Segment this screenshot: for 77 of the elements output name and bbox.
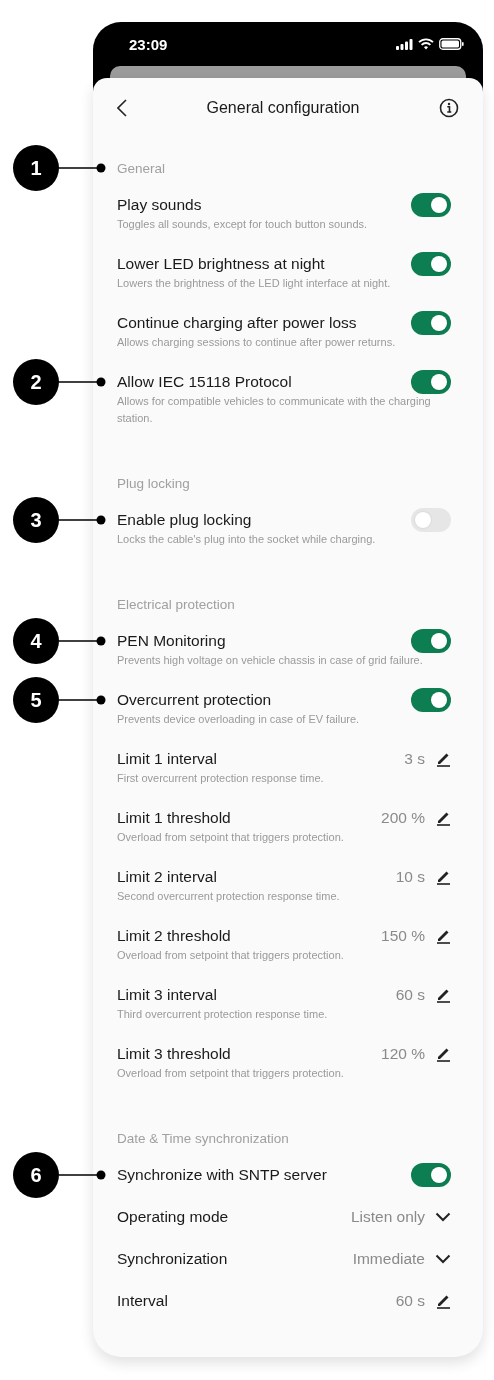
- setting-label: Lower LED brightness at night: [117, 255, 326, 273]
- setting-description: First overcurrent protection response time.: [117, 771, 325, 786]
- setting-description: Prevents device overloading in case of EV failure.: [117, 712, 361, 727]
- setting-label: Allow IEC 15118 Protocol: [117, 373, 293, 391]
- setting-description: Third overcurrent protection response time.: [117, 1007, 329, 1022]
- setting-value: Immediate: [352, 1250, 425, 1268]
- edit-button[interactable]: [435, 869, 451, 885]
- setting-description: Overload from setpoint that triggers protection.: [117, 830, 345, 845]
- toggle-switch[interactable]: [411, 193, 451, 217]
- setting-value: 3 s: [404, 750, 425, 768]
- setting-label: Interval: [117, 1292, 169, 1310]
- callout-number: 1: [13, 145, 59, 191]
- section-title: Date & Time synchronization: [117, 1130, 289, 1146]
- screen-title: General configuration: [206, 99, 360, 117]
- info-button[interactable]: [437, 96, 461, 120]
- battery-icon: [439, 38, 464, 50]
- setting-value: 60 s: [395, 1292, 425, 1310]
- setting-value: 150 %: [381, 927, 425, 945]
- edit-button[interactable]: [435, 987, 451, 1003]
- status-time: 23:09: [129, 35, 168, 53]
- setting-label: Synchronization: [117, 1250, 229, 1268]
- toggle-switch[interactable]: [411, 370, 451, 394]
- edit-button[interactable]: [435, 1046, 451, 1062]
- section-title: General: [117, 160, 166, 176]
- setting-label: Limit 2 interval: [117, 868, 218, 886]
- toggle-switch[interactable]: [411, 311, 451, 335]
- setting-description: Allows charging sessions to continue after power returns.: [117, 335, 397, 350]
- setting-description: Prevents high voltage on vehicle chassis in case of grid failure.: [117, 653, 424, 668]
- callout-number: 4: [13, 618, 59, 664]
- setting-description: Lowers the brightness of the LED light interface at night.: [117, 276, 392, 291]
- setting-description: Overload from setpoint that triggers protection.: [117, 948, 345, 963]
- setting-description: Locks the cable's plug into the socket while charging.: [117, 532, 377, 547]
- callout-number: 5: [13, 677, 59, 723]
- leader-line: [59, 695, 106, 705]
- edit-button[interactable]: [435, 1293, 451, 1309]
- setting-label: Overcurrent protection: [117, 691, 273, 709]
- edit-button[interactable]: [435, 928, 451, 944]
- leader-line: [59, 377, 106, 387]
- back-button[interactable]: [115, 97, 129, 119]
- callout-number: 6: [13, 1152, 59, 1198]
- leader-line: [59, 163, 106, 173]
- setting-label: Enable plug locking: [117, 511, 253, 529]
- callout-number: 3: [13, 497, 59, 543]
- setting-label: PEN Monitoring: [117, 632, 227, 650]
- leader-line: [59, 636, 106, 646]
- setting-description: Allows for compatible vehicles to communicate with the charging station.: [117, 394, 432, 426]
- section-title: Plug locking: [117, 475, 190, 491]
- setting-label: Operating mode: [117, 1208, 230, 1226]
- leader-line: [59, 515, 106, 525]
- leader-line: [59, 1170, 106, 1180]
- setting-label: Limit 3 threshold: [117, 1045, 232, 1063]
- edit-button[interactable]: [435, 751, 451, 767]
- setting-value: 60 s: [395, 986, 425, 1004]
- setting-label: Play sounds: [117, 196, 203, 214]
- wifi-icon: [418, 38, 434, 50]
- toggle-switch[interactable]: [411, 688, 451, 712]
- signal-icon: [396, 38, 413, 50]
- setting-value: 120 %: [381, 1045, 425, 1063]
- setting-description: Toggles all sounds, except for touch button sounds.: [117, 217, 369, 232]
- setting-description: Overload from setpoint that triggers protection.: [117, 1066, 345, 1081]
- setting-label: Continue charging after power loss: [117, 314, 358, 332]
- setting-value: Listen only: [350, 1208, 425, 1226]
- setting-label: Synchronize with SNTP server: [117, 1166, 328, 1184]
- edit-button[interactable]: [435, 810, 451, 826]
- setting-value: 200 %: [381, 809, 425, 827]
- toggle-switch[interactable]: [411, 252, 451, 276]
- toggle-switch[interactable]: [411, 508, 451, 532]
- callout-number: 2: [13, 359, 59, 405]
- toggle-switch[interactable]: [411, 629, 451, 653]
- toggle-switch[interactable]: [411, 1163, 451, 1187]
- section-title: Electrical protection: [117, 596, 235, 612]
- setting-label: Limit 2 threshold: [117, 927, 232, 945]
- setting-description: Second overcurrent protection response time.: [117, 889, 341, 904]
- setting-label: Limit 1 interval: [117, 750, 218, 768]
- setting-value: 10 s: [395, 868, 425, 886]
- setting-label: Limit 3 interval: [117, 986, 218, 1004]
- setting-label: Limit 1 threshold: [117, 809, 232, 827]
